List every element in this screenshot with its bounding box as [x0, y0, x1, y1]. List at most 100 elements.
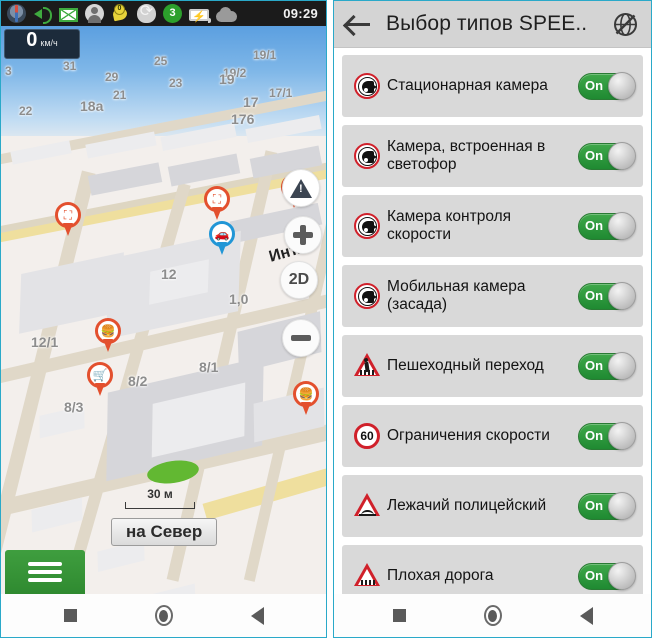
list-item-toggle[interactable]: On [578, 491, 636, 520]
list-item[interactable]: Камера, встроенная в светофор On [342, 125, 643, 187]
list-item[interactable]: Камера контроля скорости On [342, 195, 643, 257]
map-label: 12/1 [31, 334, 59, 350]
recents-square-icon[interactable] [63, 609, 77, 622]
map-label: 22 [19, 104, 33, 118]
list-item[interactable]: 60 Ограничения скорости On [342, 405, 643, 467]
list-item[interactable]: Плохая дорога On [342, 545, 643, 596]
map-label: 176 [231, 111, 255, 127]
speed-limit-value: 60 [354, 423, 380, 449]
map-zoom-out-button[interactable] [282, 319, 320, 357]
home-circle-icon[interactable] [154, 605, 173, 626]
volume-speaker-icon [33, 4, 52, 24]
list-item-label: Камера контроля скорости [387, 207, 512, 243]
map-poi-pin[interactable]: ⛶ [204, 186, 230, 220]
map-label: 21 [113, 88, 127, 102]
map-scale-text: 30 м [147, 487, 173, 501]
toggle-knob[interactable] [608, 351, 636, 380]
hamburger-menu-icon [28, 570, 62, 574]
toggle-knob[interactable] [608, 421, 636, 450]
toggle-state-label: On [585, 497, 604, 513]
camera-sign-icon [354, 213, 380, 239]
satellite-dish-icon [111, 4, 130, 23]
map-label: 23 [169, 76, 183, 90]
map-label: 29 [105, 70, 119, 84]
toggle-state-label: On [585, 427, 604, 443]
map-poi-pin[interactable]: 🍔 [293, 381, 319, 415]
gps-compass-icon [7, 4, 26, 23]
list-item-toggle[interactable]: On [578, 421, 636, 450]
toggle-knob[interactable] [608, 561, 636, 590]
list-item-label: Лежачий полицейский [387, 496, 547, 514]
toggle-state-label: On [585, 287, 604, 303]
map-label: 17 [243, 94, 259, 110]
list-item-label: Камера, встроенная в светофор [387, 137, 546, 173]
recents-square-icon[interactable] [392, 609, 406, 622]
map-zoom-in-button[interactable] [284, 216, 322, 254]
map-label: 19 [219, 71, 235, 87]
toggle-knob[interactable] [608, 141, 636, 170]
camera-sign-icon [354, 73, 380, 99]
camera-sign-icon [354, 283, 380, 309]
map-label: 8/1 [199, 359, 219, 375]
list-item-label: Стационарная камера [387, 76, 548, 94]
mail-envelope-icon [59, 7, 78, 22]
list-item-toggle[interactable]: On [578, 561, 636, 590]
minus-icon [291, 335, 311, 341]
list-item[interactable]: Лежачий полицейский On [342, 475, 643, 537]
list-item-toggle[interactable]: On [578, 211, 636, 240]
app-bar: Выбор типов SPEE.. [334, 1, 651, 48]
screenshot-root: 3 09:29 0 км/ч [0, 0, 654, 638]
battery-charging-icon [189, 9, 211, 23]
map-view-mode-button[interactable]: 2D [280, 261, 318, 299]
toggle-state-label: On [585, 357, 604, 373]
map-label: 1,0 [229, 291, 249, 307]
map-label: 12 [161, 266, 177, 282]
map-canvas[interactable]: 3 31 29 25 23 19/1 19/2 21 22 18a 17/1 1… [1, 26, 326, 594]
map-menu-button[interactable] [5, 550, 85, 594]
camera-sign-icon [354, 143, 380, 169]
speedcam-type-list[interactable]: Стационарная камера On Камера, встроенна… [334, 48, 651, 596]
notification-count-icon: 3 [163, 4, 182, 23]
left-phone-map-screen: 3 09:29 0 км/ч [0, 0, 327, 638]
map-label: 8/3 [64, 399, 84, 415]
list-item-label: Пешеходный переход [387, 356, 544, 374]
list-item-label: Мобильная камера (засада) [387, 277, 526, 313]
list-item-label: Плохая дорога [387, 566, 494, 584]
map-label: 19/1 [253, 48, 277, 62]
map-orientation-button[interactable]: на Север [111, 518, 218, 546]
no-globe-icon[interactable] [612, 11, 639, 38]
toggle-knob[interactable] [608, 211, 636, 240]
back-triangle-icon[interactable] [250, 606, 264, 625]
android-nav-bar [1, 594, 326, 637]
plus-icon [300, 225, 306, 245]
pedestrian-crossing-icon [354, 353, 380, 379]
back-triangle-icon[interactable] [579, 606, 593, 625]
map-poi-pin[interactable]: ⛶ [55, 202, 81, 236]
back-arrow-icon[interactable] [346, 13, 372, 35]
toggle-knob[interactable] [608, 71, 636, 100]
map-warning-button[interactable] [282, 169, 320, 207]
list-item[interactable]: Пешеходный переход On [342, 335, 643, 397]
toggle-knob[interactable] [608, 281, 636, 310]
list-item[interactable]: Мобильная камера (засада) On [342, 265, 643, 327]
status-bar-clock: 09:29 [283, 6, 318, 21]
home-circle-icon[interactable] [483, 605, 502, 626]
map-poi-pin-selected[interactable]: 🚗 [209, 221, 235, 255]
toggle-state-label: On [585, 77, 604, 93]
map-poi-pin[interactable]: 🛒 [87, 362, 113, 396]
android-nav-bar [334, 594, 651, 637]
list-item-toggle[interactable]: On [578, 281, 636, 310]
list-item-toggle[interactable]: On [578, 351, 636, 380]
toggle-knob[interactable] [608, 491, 636, 520]
contact-person-icon [85, 4, 104, 23]
map-poi-pin[interactable]: 🍔 [95, 318, 121, 352]
speed-unit: км/ч [40, 38, 58, 48]
toggle-state-label: On [585, 217, 604, 233]
toggle-state-label: On [585, 567, 604, 583]
right-phone-settings-screen: Выбор типов SPEE.. Стационарная камера O… [333, 0, 652, 638]
list-item-toggle[interactable]: On [578, 141, 636, 170]
map-label: 17/1 [269, 86, 293, 100]
list-item[interactable]: Стационарная камера On [342, 55, 643, 117]
bad-road-icon [354, 563, 380, 589]
list-item-toggle[interactable]: On [578, 71, 636, 100]
